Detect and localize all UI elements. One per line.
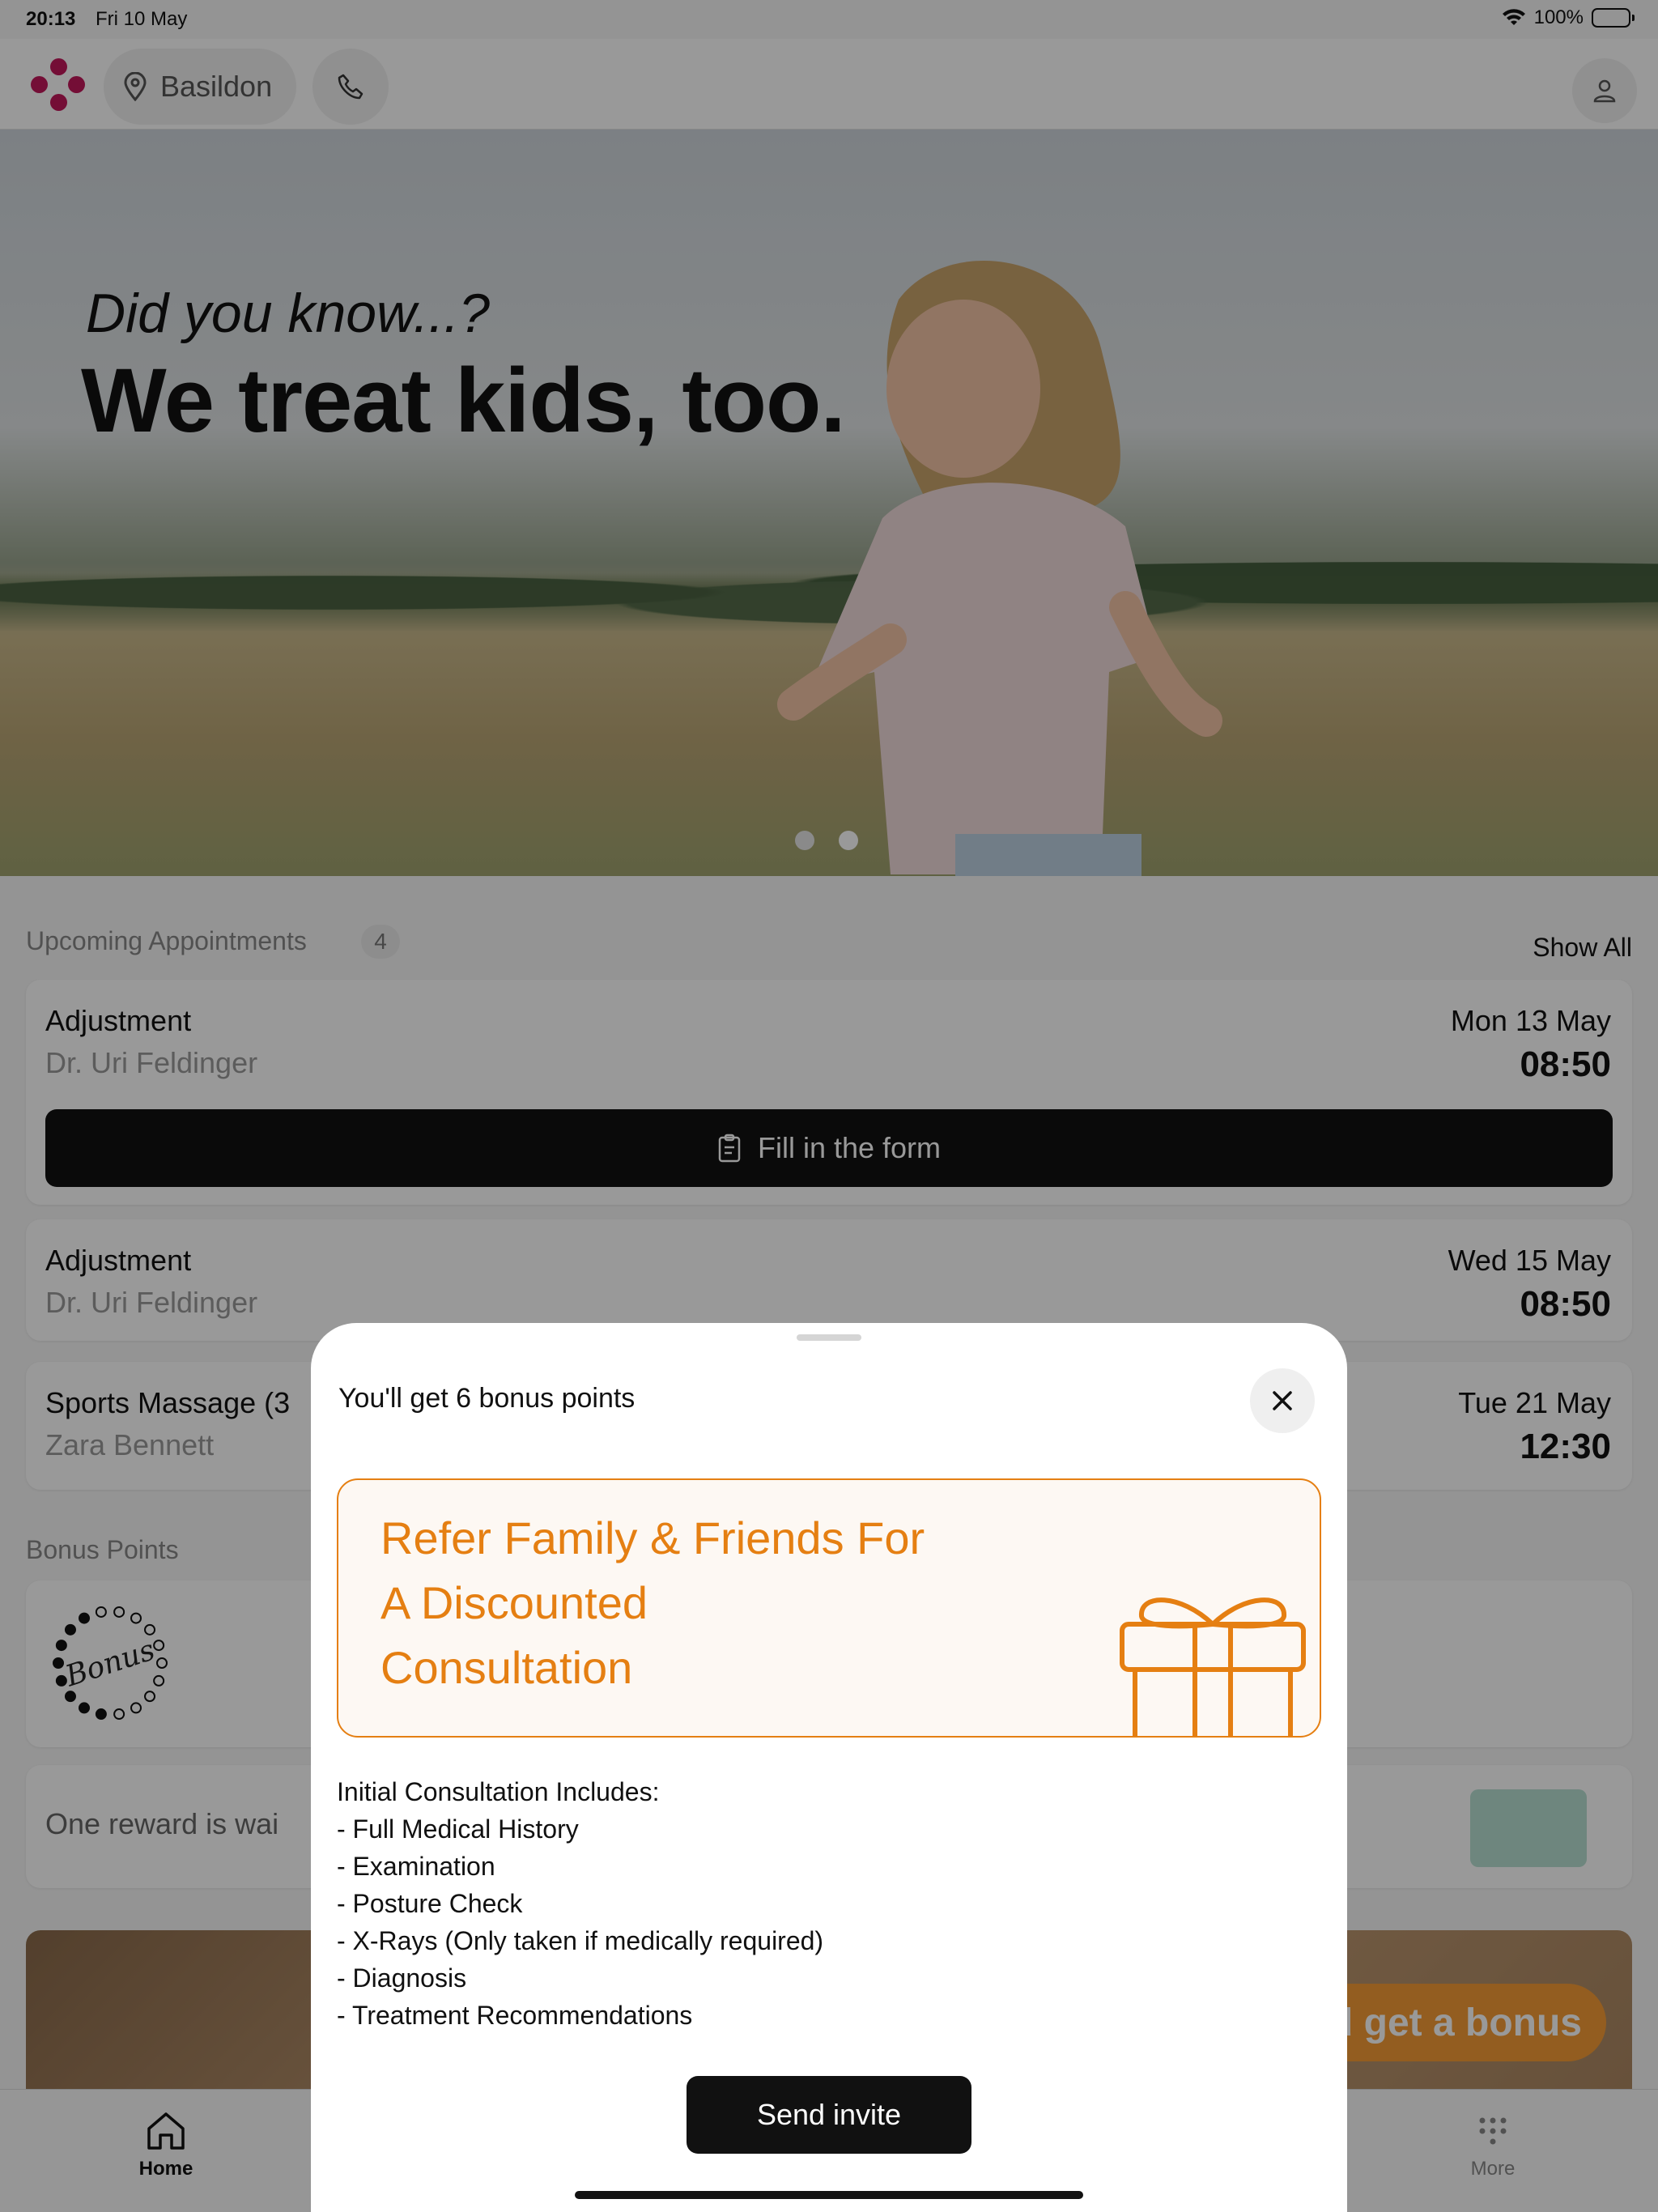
home-indicator [575,2191,1083,2199]
gift-icon [1120,1597,1306,1736]
sheet-title: You'll get 6 bonus points [338,1383,636,1414]
includes-title: Initial Consultation Includes: [337,1777,660,1806]
referral-sheet: You'll get 6 bonus points Refer Family &… [311,1323,1347,2212]
include-item: - Full Medical History [337,1814,579,1844]
close-icon [1273,1391,1292,1410]
include-item: - Diagnosis [337,1963,467,1993]
referral-heading: Refer Family & Friends For A Discounted … [380,1512,925,1693]
consultation-includes: Initial Consultation Includes: - Full Me… [337,1773,823,2034]
close-button[interactable] [1250,1368,1315,1433]
send-invite-button[interactable]: Send invite [687,2076,971,2154]
include-item: - Posture Check [337,1889,523,1918]
include-item: - Examination [337,1852,495,1881]
include-item: - X-Rays (Only taken if medically requir… [337,1926,824,1955]
sheet-grabber[interactable] [797,1334,861,1341]
referral-banner: Refer Family & Friends For A Discounted … [337,1478,1321,1738]
include-item: - Treatment Recommendations [337,2001,693,2030]
